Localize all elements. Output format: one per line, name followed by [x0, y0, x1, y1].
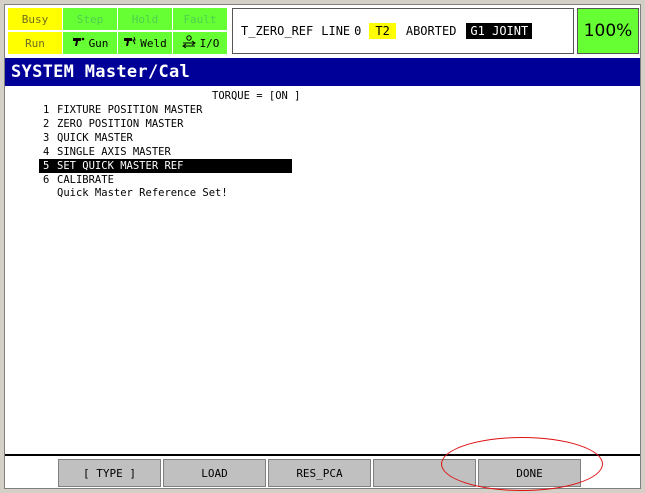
io-arrows-icon: [181, 34, 197, 52]
status-indicator-grid: Busy Step Hold Fault Run Gun Weld I/O: [8, 8, 229, 54]
function-key-bar: [ TYPE ] LOAD RES_PCA DONE: [5, 454, 640, 488]
teach-pendant-screen: Busy Step Hold Fault Run Gun Weld I/O T_…: [4, 4, 641, 489]
menu-item-single-axis-master[interactable]: 4 SINGLE AXIS MASTER: [39, 145, 292, 159]
fault-indicator: Fault: [173, 8, 227, 30]
hold-indicator: Hold: [118, 8, 172, 30]
empty-function-key[interactable]: [373, 459, 476, 487]
done-button[interactable]: DONE: [478, 459, 581, 487]
type-button[interactable]: [ TYPE ]: [58, 459, 161, 487]
weld-label: Weld: [140, 36, 167, 50]
load-button[interactable]: LOAD: [163, 459, 266, 487]
speed-override[interactable]: 100%: [577, 8, 639, 54]
program-name: T_ZERO_REF: [241, 24, 314, 38]
master-cal-content: TORQUE = [ON ] 1 FIXTURE POSITION MASTER …: [5, 87, 640, 452]
weld-icon: [123, 36, 137, 51]
fault-label: Fault: [183, 12, 217, 26]
io-indicator: I/O: [173, 32, 227, 54]
master-cal-menu: 1 FIXTURE POSITION MASTER 2 ZERO POSITION …: [39, 103, 292, 187]
res-pca-button[interactable]: RES_PCA: [268, 459, 371, 487]
busy-indicator: Busy: [8, 8, 62, 30]
status-message: Quick Master Reference Set!: [57, 187, 228, 199]
menu-item-zero-position-master[interactable]: 2 ZERO POSITION MASTER: [39, 117, 292, 131]
mode-badge: T2: [369, 23, 396, 39]
step-indicator: Step: [63, 8, 117, 30]
step-label: Step: [76, 12, 104, 26]
program-state: ABORTED: [405, 24, 457, 38]
io-label: I/O: [199, 36, 220, 50]
gun-icon: [72, 36, 86, 51]
line-label: LINE: [321, 24, 351, 38]
line-number: 0: [354, 24, 362, 38]
run-indicator: Run: [8, 32, 62, 54]
gun-indicator: Gun: [63, 32, 117, 54]
menu-item-calibrate[interactable]: 6 CALIBRATE: [39, 173, 292, 187]
menu-item-quick-master[interactable]: 3 QUICK MASTER: [39, 131, 292, 145]
hold-label: Hold: [131, 12, 159, 26]
program-status-bar: T_ZERO_REF LINE 0 T2 ABORTED G1 JOINT: [232, 8, 574, 54]
coordinate-badge: G1 JOINT: [466, 23, 533, 39]
menu-item-set-quick-master-ref[interactable]: 5 SET QUICK MASTER REF: [39, 159, 292, 173]
torque-status: TORQUE = [ON ]: [212, 90, 301, 102]
busy-label: Busy: [21, 12, 49, 26]
weld-indicator: Weld: [118, 32, 172, 54]
menu-item-fixture-position-master[interactable]: 1 FIXTURE POSITION MASTER: [39, 103, 292, 117]
gun-label: Gun: [88, 36, 109, 50]
screen-title: SYSTEM Master/Cal: [5, 58, 640, 86]
run-label: Run: [25, 36, 45, 50]
